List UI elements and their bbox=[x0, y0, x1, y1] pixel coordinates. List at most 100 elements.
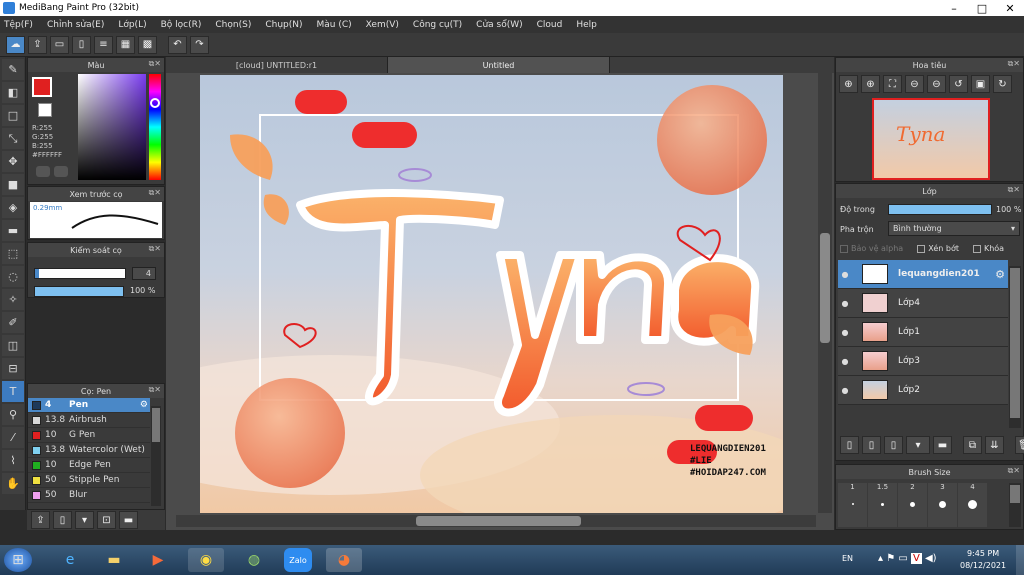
panel-popout-icon[interactable]: ⧉✕ bbox=[1008, 185, 1020, 195]
brush-item-airbrush[interactable]: 13.8 Airbrush bbox=[28, 413, 150, 428]
layer-opacity-slider[interactable] bbox=[888, 204, 992, 215]
brush-tool-icon[interactable]: ✎ bbox=[2, 59, 24, 80]
color-picker-icon[interactable] bbox=[54, 166, 68, 177]
panel-popout-icon[interactable]: ⧉✕ bbox=[149, 188, 161, 198]
visibility-icon[interactable]: ● bbox=[838, 270, 852, 279]
layer-row[interactable]: ● Lớp2 bbox=[838, 376, 1008, 405]
minimize-button[interactable]: – bbox=[940, 0, 968, 16]
canvas-hscroll[interactable] bbox=[176, 515, 816, 527]
visibility-icon[interactable]: ● bbox=[838, 299, 852, 308]
brush-copy-icon[interactable]: ⊡ bbox=[97, 511, 116, 529]
chrome-icon[interactable]: ◉ bbox=[188, 548, 224, 572]
rotate-left-icon[interactable]: ↺ bbox=[949, 75, 968, 93]
menu-capture[interactable]: Chụp(N) bbox=[265, 20, 302, 30]
gradient-tool-icon[interactable]: ▬ bbox=[2, 220, 24, 241]
layer-folder-icon[interactable]: ▬ bbox=[933, 436, 952, 454]
text-tool-icon[interactable]: T bbox=[2, 381, 24, 402]
clock[interactable]: 9:45 PM 08/12/2021 bbox=[960, 548, 1006, 572]
zoom-in-alt-icon[interactable]: ⊕ bbox=[861, 75, 880, 93]
new-halftone-layer-icon[interactable]: ▯ bbox=[862, 436, 881, 454]
dropper-icon[interactable]: ⌇ bbox=[2, 450, 24, 471]
start-button[interactable]: ⊞ bbox=[4, 548, 32, 572]
primary-color-swatch[interactable] bbox=[32, 77, 52, 97]
fit-icon[interactable]: ⛶ bbox=[883, 75, 902, 93]
visibility-icon[interactable]: ● bbox=[838, 386, 852, 395]
merge-layer-icon[interactable]: ⇊ bbox=[985, 436, 1004, 454]
brush-size-cell[interactable]: 3 bbox=[928, 483, 957, 527]
menu-color[interactable]: Màu (C) bbox=[317, 20, 352, 30]
ie-icon[interactable]: e bbox=[52, 548, 88, 572]
zalo-icon[interactable]: Zalo bbox=[284, 548, 312, 572]
divide-icon[interactable]: ⊟ bbox=[2, 358, 24, 379]
rotate-right-icon[interactable]: ↻ bbox=[993, 75, 1012, 93]
layer-row[interactable]: ● Lớp3 bbox=[838, 347, 1008, 376]
brush-list-scrollbar[interactable] bbox=[151, 406, 161, 506]
tab-cloud-untitled[interactable]: [cloud] UNTITLED:r1 bbox=[166, 57, 388, 73]
select-pen-icon[interactable]: ✐ bbox=[2, 312, 24, 333]
add-layer-menu-icon[interactable]: ▾ bbox=[906, 436, 930, 454]
cloud-icon[interactable]: ☁ bbox=[6, 35, 25, 54]
hue-handle[interactable] bbox=[150, 98, 160, 108]
new-8bit-layer-icon[interactable]: ▯ bbox=[884, 436, 903, 454]
tray-icons[interactable]: ▴ ⚑ ▭ V ◀) bbox=[878, 553, 937, 564]
brush-size-cell[interactable]: 4 bbox=[958, 483, 987, 527]
select-eraser-icon[interactable]: ◫ bbox=[2, 335, 24, 356]
grid-icon[interactable]: ▩ bbox=[138, 35, 157, 54]
add-brush-icon[interactable]: ▯ bbox=[53, 511, 72, 529]
bucket-tool-icon[interactable]: ◈ bbox=[2, 197, 24, 218]
medibang-icon[interactable]: ◕ bbox=[326, 548, 362, 572]
panel-popout-icon[interactable]: ⧉✕ bbox=[149, 385, 161, 395]
palette-icon[interactable] bbox=[36, 166, 50, 177]
close-button[interactable]: ✕ bbox=[996, 0, 1024, 16]
select-rect-icon[interactable]: ⬚ bbox=[2, 243, 24, 264]
media-player-icon[interactable]: ▶ bbox=[140, 548, 176, 572]
menu-layer[interactable]: Lớp(L) bbox=[118, 20, 146, 30]
visibility-icon[interactable]: ● bbox=[838, 357, 852, 366]
gear-icon[interactable]: ⚙ bbox=[140, 400, 150, 410]
rect-tool-icon[interactable]: □ bbox=[2, 105, 24, 126]
hue-slider[interactable] bbox=[149, 74, 161, 180]
show-desktop-button[interactable] bbox=[1016, 545, 1024, 575]
brush-size-slider[interactable] bbox=[34, 268, 126, 279]
brush-item-watercolor[interactable]: 13.8 Watercolor (Wet) bbox=[28, 443, 150, 458]
artwork-canvas[interactable]: LEQUANGDIEN201 #LIE #HOIDAP247.COM bbox=[200, 75, 783, 513]
panel-popout-icon[interactable]: ⧉✕ bbox=[149, 244, 161, 254]
menu-help[interactable]: Help bbox=[576, 20, 597, 30]
brush-opacity-slider[interactable] bbox=[34, 286, 124, 297]
clip-checkbox[interactable]: Xén bớt bbox=[917, 244, 959, 253]
zoom-out-icon[interactable]: ⊖ bbox=[905, 75, 924, 93]
brush-size-cell[interactable]: 1 bbox=[838, 483, 867, 527]
explorer-icon[interactable]: ▬ bbox=[96, 548, 132, 572]
panel-popout-icon[interactable]: ⧉✕ bbox=[1008, 59, 1020, 69]
duplicate-layer-icon[interactable]: ⧉ bbox=[963, 436, 982, 454]
zoom-reset-icon[interactable]: ⊖ bbox=[927, 75, 946, 93]
brush-size-cell[interactable]: 1.5 bbox=[868, 483, 897, 527]
brush-size-cell[interactable]: 2 bbox=[898, 483, 927, 527]
brush-item-pen[interactable]: 4 Pen ⚙ bbox=[28, 398, 150, 413]
hand-tool-icon[interactable]: ✋ bbox=[2, 473, 24, 494]
comment-icon[interactable]: ▭ bbox=[50, 35, 69, 54]
menu-file[interactable]: Tệp(F) bbox=[4, 20, 33, 30]
document-icon[interactable]: ≡ bbox=[94, 35, 113, 54]
app-icon[interactable]: ◍ bbox=[236, 548, 272, 572]
tab-untitled[interactable]: Untitled bbox=[388, 57, 610, 73]
menu-tools[interactable]: Công cụ(T) bbox=[413, 20, 462, 30]
fill-rect-icon[interactable]: ■ bbox=[2, 174, 24, 195]
menu-cloud[interactable]: Cloud bbox=[537, 20, 563, 30]
brush-item-blur[interactable]: 50 Blur bbox=[28, 488, 150, 503]
lock-checkbox[interactable]: Khóa bbox=[972, 244, 1004, 253]
menu-filter[interactable]: Bộ lọc(R) bbox=[161, 20, 202, 30]
layer-scrollbar[interactable] bbox=[1009, 266, 1021, 428]
menu-select[interactable]: Chọn(S) bbox=[215, 20, 251, 30]
blend-mode-select[interactable]: Bình thường ▾ bbox=[888, 221, 1020, 236]
move-tool-icon[interactable]: ✥ bbox=[2, 151, 24, 172]
undo-icon[interactable]: ↶ bbox=[168, 35, 187, 54]
color-sv-field[interactable] bbox=[78, 74, 146, 180]
panel-popout-icon[interactable]: ⧉✕ bbox=[149, 59, 161, 69]
panel-popout-icon[interactable]: ⧉✕ bbox=[1008, 466, 1020, 476]
actual-size-icon[interactable]: ▣ bbox=[971, 75, 990, 93]
brush-item-edge-pen[interactable]: 10 Edge Pen bbox=[28, 458, 150, 473]
page-icon[interactable]: ▯ bbox=[72, 35, 91, 54]
lasso-tool-icon[interactable]: ◌ bbox=[2, 266, 24, 287]
visibility-icon[interactable]: ● bbox=[838, 328, 852, 337]
